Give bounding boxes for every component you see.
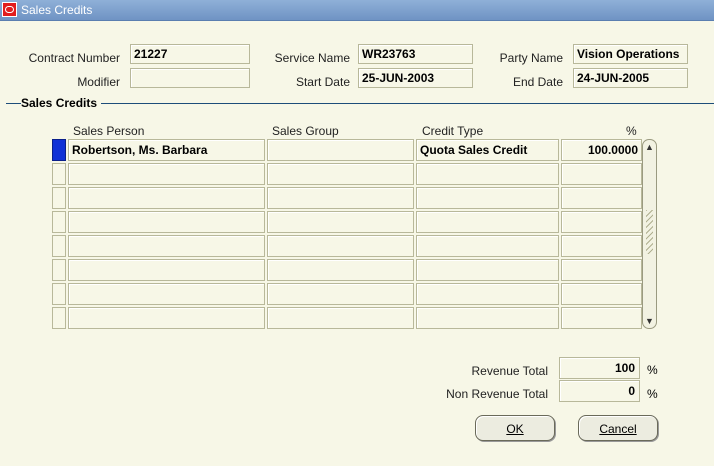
window-title: Sales Credits xyxy=(21,3,93,17)
credit-type-cell[interactable] xyxy=(416,307,559,329)
contract-number-field[interactable]: 21227 xyxy=(130,44,250,64)
sales-group-cell[interactable] xyxy=(267,211,414,233)
sales-person-cell[interactable] xyxy=(68,163,265,185)
sales-person-cell[interactable] xyxy=(68,211,265,233)
table-row[interactable] xyxy=(52,187,642,209)
revenue-percent-sign: % xyxy=(647,363,658,377)
row-selector[interactable] xyxy=(52,139,66,161)
ok-button-label: OK xyxy=(506,422,524,436)
column-header-credit-type: Credit Type xyxy=(422,124,484,138)
revenue-total-field: 100 xyxy=(559,357,640,379)
row-selector[interactable] xyxy=(52,211,66,233)
table-row[interactable] xyxy=(52,235,642,257)
sales-person-cell[interactable]: Robertson, Ms. Barbara xyxy=(68,139,265,161)
non-revenue-percent-sign: % xyxy=(647,387,658,401)
cancel-button[interactable]: Cancel xyxy=(578,415,658,441)
column-header-sales-group: Sales Group xyxy=(272,124,339,138)
sales-person-cell[interactable] xyxy=(68,259,265,281)
scroll-grip[interactable] xyxy=(646,210,653,254)
non-revenue-total-field: 0 xyxy=(559,380,640,402)
row-selector[interactable] xyxy=(52,259,66,281)
non-revenue-total-label: Non Revenue Total xyxy=(446,387,548,401)
end-date-field[interactable]: 24-JUN-2005 xyxy=(573,68,688,88)
percent-cell[interactable] xyxy=(561,259,642,281)
percent-cell[interactable] xyxy=(561,235,642,257)
percent-cell[interactable] xyxy=(561,163,642,185)
credit-type-cell[interactable] xyxy=(416,235,559,257)
table-row[interactable] xyxy=(52,307,642,329)
table-row[interactable] xyxy=(52,283,642,305)
modifier-field[interactable] xyxy=(130,68,250,88)
sales-group-cell[interactable] xyxy=(267,283,414,305)
credit-type-cell[interactable] xyxy=(416,187,559,209)
party-name-label: Party Name xyxy=(499,51,563,65)
sales-group-cell[interactable] xyxy=(267,187,414,209)
credit-type-cell[interactable] xyxy=(416,259,559,281)
credit-type-cell[interactable] xyxy=(416,211,559,233)
column-header-percent: % xyxy=(626,124,637,138)
table-row[interactable] xyxy=(52,163,642,185)
scroll-down-arrow-icon[interactable]: ▼ xyxy=(643,314,656,328)
credit-type-cell[interactable] xyxy=(416,163,559,185)
vertical-scrollbar[interactable]: ▲ ▼ xyxy=(642,139,657,329)
percent-cell[interactable] xyxy=(561,307,642,329)
contract-number-label: Contract Number xyxy=(28,51,120,65)
table-row[interactable] xyxy=(52,259,642,281)
table-row[interactable] xyxy=(52,211,642,233)
sales-person-cell[interactable] xyxy=(68,187,265,209)
service-name-field[interactable]: WR23763 xyxy=(358,44,473,64)
table-row[interactable]: Robertson, Ms. Barbara Quota Sales Credit… xyxy=(52,139,642,161)
scroll-up-arrow-icon[interactable]: ▲ xyxy=(643,140,656,154)
cancel-button-label: Cancel xyxy=(599,422,637,436)
sales-group-cell[interactable] xyxy=(267,163,414,185)
percent-cell[interactable] xyxy=(561,211,642,233)
service-name-label: Service Name xyxy=(274,51,350,65)
percent-cell[interactable]: 100.0000 xyxy=(561,139,642,161)
title-bar: Sales Credits xyxy=(0,0,714,21)
party-name-field[interactable]: Vision Operations xyxy=(573,44,688,64)
start-date-field[interactable]: 25-JUN-2003 xyxy=(358,68,473,88)
credit-type-cell[interactable] xyxy=(416,283,559,305)
start-date-label: Start Date xyxy=(295,75,350,89)
column-header-sales-person: Sales Person xyxy=(73,124,145,138)
oracle-logo-icon xyxy=(2,2,17,17)
percent-cell[interactable] xyxy=(561,283,642,305)
end-date-label: End Date xyxy=(512,75,563,89)
modifier-label: Modifier xyxy=(77,75,120,89)
sales-person-cell[interactable] xyxy=(68,235,265,257)
section-title: Sales Credits xyxy=(21,96,102,110)
revenue-total-label: Revenue Total xyxy=(471,364,549,378)
sales-group-cell[interactable] xyxy=(267,259,414,281)
sales-group-cell[interactable] xyxy=(267,235,414,257)
row-selector[interactable] xyxy=(52,307,66,329)
sales-group-cell[interactable] xyxy=(267,307,414,329)
ok-button[interactable]: OK xyxy=(475,415,555,441)
sales-person-cell[interactable] xyxy=(68,307,265,329)
row-selector[interactable] xyxy=(52,163,66,185)
section-divider xyxy=(6,103,714,104)
row-selector[interactable] xyxy=(52,283,66,305)
percent-cell[interactable] xyxy=(561,187,642,209)
credit-type-cell[interactable]: Quota Sales Credit xyxy=(416,139,559,161)
sales-group-cell[interactable] xyxy=(267,139,414,161)
row-selector[interactable] xyxy=(52,235,66,257)
row-selector[interactable] xyxy=(52,187,66,209)
sales-person-cell[interactable] xyxy=(68,283,265,305)
